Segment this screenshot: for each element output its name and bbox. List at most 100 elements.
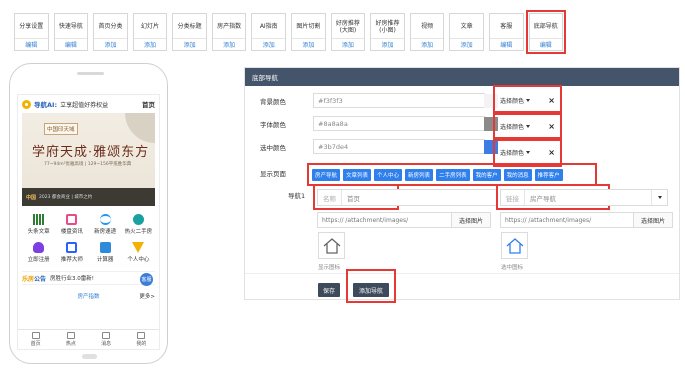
shortcut-property-news[interactable]: 楼盘资讯 xyxy=(55,214,88,235)
tab-messages[interactable]: 消息 xyxy=(89,330,124,349)
caret-down-icon xyxy=(526,124,531,128)
module-quick-nav[interactable]: 快速导航 编辑 xyxy=(53,13,89,51)
module-share-settings[interactable]: 分享设置 编辑 xyxy=(14,13,49,51)
window-icon xyxy=(66,214,78,225)
module-slideshow[interactable]: 幻灯片 添加 xyxy=(132,13,168,51)
more-link[interactable]: 更多> xyxy=(139,292,155,300)
font-color-input[interactable]: #8a8a8a xyxy=(313,116,485,131)
font-color-picker: 选择颜色 × xyxy=(493,111,562,141)
phone-home-indicator xyxy=(82,354,97,359)
nav-name-field[interactable]: 名称 首页 xyxy=(317,189,497,206)
page-button-my-messages[interactable]: 我的消息 xyxy=(503,168,532,181)
module-customer-service[interactable]: 客服 编辑 xyxy=(488,13,524,51)
hot-icon xyxy=(66,332,75,339)
clear-color-icon[interactable]: × xyxy=(548,96,555,105)
module-house-rec-large[interactable]: 好房推荐 (大图) 添加 xyxy=(330,13,366,51)
page-button-my-clients[interactable]: 我的客户 xyxy=(472,168,501,181)
module-action-link[interactable]: 添加 xyxy=(450,38,483,50)
record-icon xyxy=(66,242,78,253)
page-button-recommend-clients[interactable]: 推荐客户 xyxy=(534,168,563,181)
module-action-link[interactable]: 编辑 xyxy=(15,38,48,50)
module-bottom-nav[interactable]: 底部导航 编辑 xyxy=(525,10,567,54)
tab-hot[interactable]: 热点 xyxy=(53,330,88,349)
nav-link-select[interactable]: 链接 房产导航 xyxy=(500,189,668,206)
banner-slide[interactable]: 中国印天域 学府天成·雅颂东方 77~94m²优雅高境 | 129~156平揽胜… xyxy=(22,113,155,206)
shortcut-label: 立即注册 xyxy=(27,257,50,263)
notice-logo: 乐房公告 xyxy=(22,274,46,283)
choose-color-button[interactable]: 选择颜色 xyxy=(500,96,531,105)
clear-color-icon[interactable]: × xyxy=(548,122,555,131)
module-action-link[interactable]: 添加 xyxy=(133,38,167,50)
shortcut-profile[interactable]: 个人中心 xyxy=(122,242,155,263)
module-action-link[interactable]: 添加 xyxy=(292,38,325,50)
shortcut-second-hand[interactable]: 热火二手房 xyxy=(122,214,155,235)
module-action-link[interactable]: 添加 xyxy=(212,38,246,50)
choose-color-button[interactable]: 选择颜色 xyxy=(500,148,531,157)
brand-name: 导航AI: xyxy=(34,101,58,109)
shortcut-recommend[interactable]: 推荐大师 xyxy=(55,242,88,263)
display-pages-label: 显示页面 xyxy=(260,170,286,178)
module-ai-guide[interactable]: AI指南 添加 xyxy=(251,13,287,51)
module-action-link[interactable]: 添加 xyxy=(371,38,404,50)
tab-label: 我的 xyxy=(136,341,147,347)
shortcut-new-homes[interactable]: 新房速递 xyxy=(89,214,122,235)
message-icon xyxy=(102,332,111,339)
selected-color-label: 选中颜色 xyxy=(260,144,286,152)
banner-footer-text: 2023 都会商业 | 城市之约 xyxy=(39,195,93,200)
module-image-cut[interactable]: 图片切割 添加 xyxy=(291,13,326,51)
module-article[interactable]: 文章 添加 xyxy=(449,13,484,51)
customer-service-button[interactable]: 客服 xyxy=(140,273,153,286)
banner-headline-b: 雅颂东方 xyxy=(93,145,150,160)
notice-bar[interactable]: 乐房公告 房胜行业3.0雷新! 客服 xyxy=(22,271,155,286)
phone-header: 导航AI: 立享超值好券权益 首页 xyxy=(18,95,159,113)
brand-logo-icon xyxy=(22,99,31,109)
module-action-link[interactable]: 编辑 xyxy=(529,38,563,50)
selected-icon-thumbnail[interactable] xyxy=(501,232,528,259)
module-action-link[interactable]: 添加 xyxy=(173,38,206,50)
page-button-second-hand-list[interactable]: 二手房列表 xyxy=(436,168,470,181)
nav1-label: 导航1 xyxy=(288,192,306,200)
choose-color-label: 选择颜色 xyxy=(500,123,525,131)
phone-speaker xyxy=(77,72,104,75)
home-outline-blue-icon xyxy=(506,237,523,254)
module-action-link[interactable]: 添加 xyxy=(331,38,365,50)
module-action-link[interactable]: 添加 xyxy=(410,38,444,50)
module-category-title[interactable]: 分类标题 添加 xyxy=(172,13,207,51)
module-action-link[interactable]: 编辑 xyxy=(54,38,88,50)
page-button-new-house-list[interactable]: 新房列表 xyxy=(405,168,434,181)
header-menu-link[interactable]: 首页 xyxy=(142,99,155,109)
shortcut-headline-articles[interactable]: 头条文章 xyxy=(22,214,55,235)
tab-mine[interactable]: 我的 xyxy=(124,330,159,349)
module-action-link[interactable]: 添加 xyxy=(94,38,127,50)
choose-image-button-right[interactable]: 选择图片 xyxy=(633,212,673,228)
choose-image-button-left[interactable]: 选择图片 xyxy=(451,212,491,228)
shortcut-grid: 头条文章 楼盘资讯 新房速递 热火二手房 立即注册 推荐大师 计算器 个人中心 xyxy=(18,214,159,263)
choose-image-wrap-right: 选择图片 xyxy=(633,212,673,228)
bg-color-input[interactable]: #f3f3f3 xyxy=(313,93,485,108)
shortcut-register[interactable]: 立即注册 xyxy=(22,242,55,263)
module-name: 好房推荐 (小图) xyxy=(375,19,400,34)
show-icon-thumbnail[interactable] xyxy=(318,232,345,259)
banner-headline-a: 学府天成 xyxy=(32,145,89,160)
choose-image-wrap: 选择图片 xyxy=(451,212,491,228)
module-action-link[interactable]: 编辑 xyxy=(489,38,523,50)
save-button[interactable]: 保存 xyxy=(318,283,340,297)
shortcut-label: 推荐大师 xyxy=(60,257,83,263)
page-button-house-nav[interactable]: 房产导航 xyxy=(312,168,341,181)
selected-color-input[interactable]: #3b7de4 xyxy=(313,139,485,154)
shortcut-label: 个人中心 xyxy=(127,257,150,263)
module-housing-index[interactable]: 房产指数 添加 xyxy=(211,13,247,51)
page-button-personal-center[interactable]: 个人中心 xyxy=(374,168,403,181)
caret-down-icon xyxy=(526,98,531,102)
clear-color-icon[interactable]: × xyxy=(548,148,555,157)
page-button-article-list[interactable]: 文章列表 xyxy=(343,168,372,181)
module-video[interactable]: 视频 添加 xyxy=(409,13,445,51)
module-home-category[interactable]: 首页分类 添加 xyxy=(93,13,128,51)
bg-color-picker: 选择颜色 × xyxy=(493,85,562,115)
module-action-link[interactable]: 添加 xyxy=(252,38,286,50)
banner-footer: 中国 2023 都会商业 | 城市之约 xyxy=(22,188,155,206)
tab-home[interactable]: 首页 xyxy=(18,330,53,349)
module-house-rec-small[interactable]: 好房推荐 (小图) 添加 xyxy=(370,13,405,51)
shortcut-calculator[interactable]: 计算器 xyxy=(89,242,122,263)
choose-color-button[interactable]: 选择颜色 xyxy=(500,122,531,131)
